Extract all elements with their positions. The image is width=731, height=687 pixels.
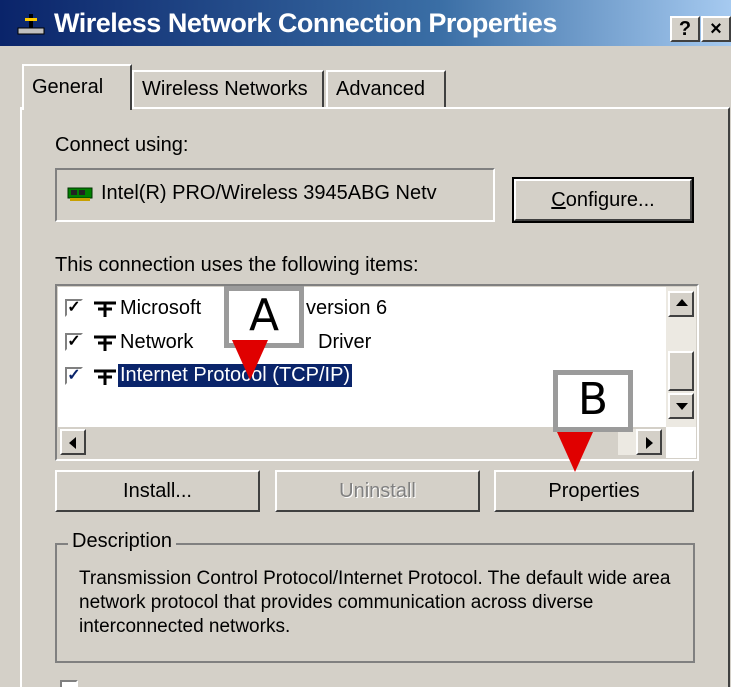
tab-general[interactable]: General xyxy=(22,64,132,110)
scroll-thumb[interactable] xyxy=(668,351,694,391)
callout-b: B xyxy=(553,370,633,432)
scroll-down-button[interactable] xyxy=(668,393,694,419)
tab-general-label: General xyxy=(32,76,104,98)
arrow-up-icon xyxy=(676,299,688,306)
close-button[interactable]: × xyxy=(701,16,731,42)
scroll-track xyxy=(618,429,636,455)
arrow-down-icon xyxy=(676,403,688,410)
item-checkbox[interactable]: ✓ xyxy=(65,299,83,317)
callout-a-arrow-icon xyxy=(232,340,268,380)
callout-a: A xyxy=(224,286,304,348)
window-title: Wireless Network Connection Properties xyxy=(54,8,557,38)
configure-button[interactable]: Configure... xyxy=(512,177,694,223)
item-label: Microsoft xyxy=(120,297,202,319)
properties-button-label: Properties xyxy=(548,480,640,502)
connect-using-label: Connect using: xyxy=(55,134,189,156)
install-button[interactable]: Install... xyxy=(55,470,260,512)
network-component-icon xyxy=(94,369,116,385)
scroll-left-button[interactable] xyxy=(60,429,86,455)
tab-wireless-networks[interactable]: Wireless Networks xyxy=(132,70,324,108)
bottom-checkbox[interactable] xyxy=(60,680,78,687)
network-adapter-icon xyxy=(67,187,93,201)
scroll-right-button[interactable] xyxy=(636,429,662,455)
arrow-left-icon xyxy=(69,437,76,449)
network-connection-icon xyxy=(17,14,45,35)
network-component-icon xyxy=(94,335,116,351)
adapter-field: Intel(R) PRO/Wireless 3945ABG Netv xyxy=(55,168,495,222)
items-label: This connection uses the following items… xyxy=(55,254,419,276)
help-button[interactable]: ? xyxy=(670,16,700,42)
tab-wireless-networks-label: Wireless Networks xyxy=(142,78,308,100)
tab-advanced-label: Advanced xyxy=(336,78,425,100)
properties-dialog: Wireless Network Connection Properties ?… xyxy=(0,0,731,687)
adapter-name: Intel(R) PRO/Wireless 3945ABG Netv xyxy=(101,182,437,204)
install-button-label: Install... xyxy=(123,480,192,502)
item-checkbox[interactable]: ✓ xyxy=(65,333,83,351)
item-checkbox[interactable]: ✓ xyxy=(65,367,83,385)
arrow-right-icon xyxy=(646,437,653,449)
item-label-tail: Driver xyxy=(318,331,372,353)
description-text: Transmission Control Protocol/Internet P… xyxy=(79,568,671,637)
properties-button[interactable]: Properties xyxy=(494,470,694,512)
tab-advanced[interactable]: Advanced xyxy=(326,70,446,108)
title-bar[interactable]: Wireless Network Connection Properties ?… xyxy=(0,0,731,46)
item-label: Network xyxy=(120,331,194,353)
description-title: Description xyxy=(68,530,177,553)
uninstall-button[interactable]: Uninstall xyxy=(275,470,480,512)
configure-button-label: Configure... xyxy=(551,189,655,211)
network-component-icon xyxy=(94,301,116,317)
uninstall-button-label: Uninstall xyxy=(339,480,416,502)
callout-b-arrow-icon xyxy=(557,432,593,472)
item-label-tail: version 6 xyxy=(306,297,388,319)
scroll-up-button[interactable] xyxy=(668,291,694,317)
vertical-scrollbar[interactable] xyxy=(666,287,696,427)
